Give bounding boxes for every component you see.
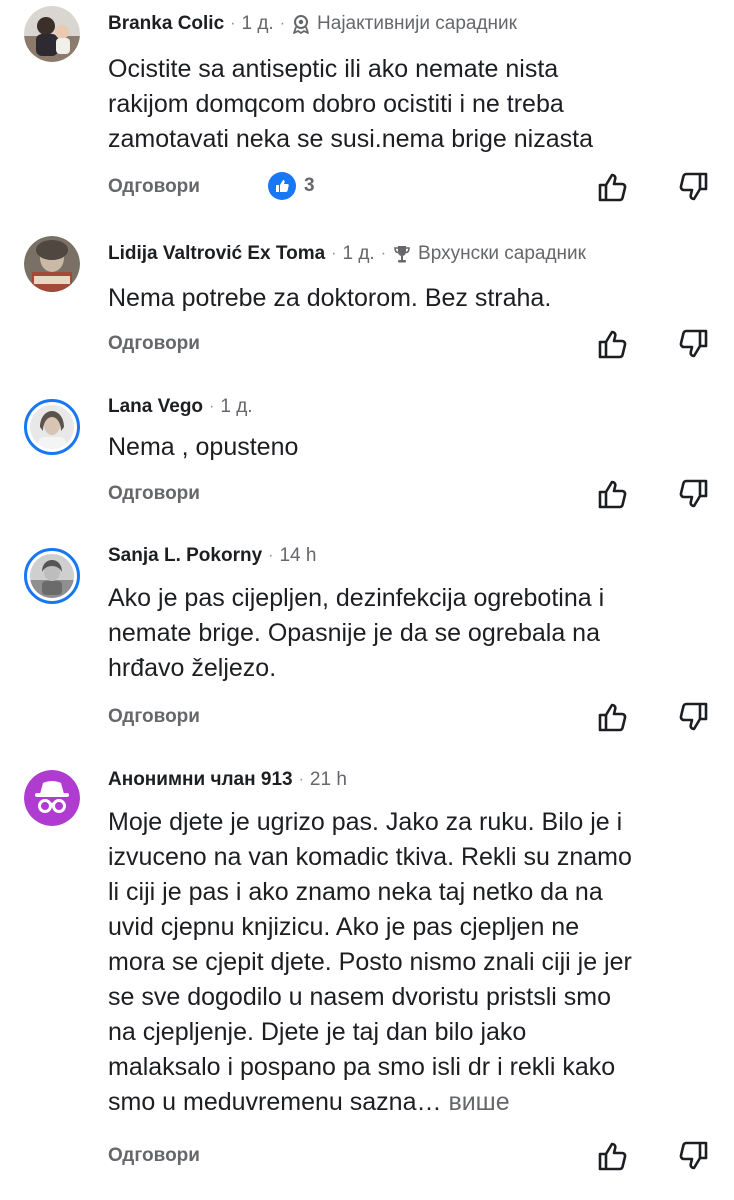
separator-dot: · xyxy=(380,245,387,262)
trophy-icon xyxy=(394,246,410,263)
comment-text: Nema potrebe za doktorom. Bez straha. xyxy=(108,284,552,312)
reply-button[interactable]: Одговори xyxy=(108,706,200,728)
contributor-badge[interactable]: Најактивнији сарадник xyxy=(317,13,517,35)
comment-text: Nema , opusteno xyxy=(108,433,299,461)
reply-button[interactable]: Одговори xyxy=(108,176,200,198)
separator-dot: · xyxy=(331,245,337,262)
comment-text: Moje djete je ugrizo pas. Jako za ruku. … xyxy=(108,805,708,1120)
like-reaction-icon xyxy=(268,172,296,200)
comment-text: Ako je pas cijepljen, dezinfekcija ogreb… xyxy=(108,584,605,682)
author-name[interactable]: Sanja L. Pokorny xyxy=(108,545,262,567)
reply-button[interactable]: Одговори xyxy=(108,483,200,505)
comment-actions: Одговори xyxy=(108,475,708,515)
avatar[interactable] xyxy=(24,236,80,292)
top-contributor-icon xyxy=(293,15,309,34)
comment-actions: Одговори xyxy=(108,325,708,365)
comment-meta: Sanja L. Pokorny · 14 h xyxy=(108,541,316,571)
avatar[interactable] xyxy=(24,399,80,455)
anonymous-member-icon xyxy=(24,770,80,826)
upvote-icon[interactable] xyxy=(596,700,630,734)
avatar[interactable] xyxy=(24,548,80,604)
comment-meta: Branka Colic · 1 д. · Најактивнији сарад… xyxy=(108,9,517,39)
downvote-icon[interactable] xyxy=(676,700,710,734)
separator-dot: · xyxy=(230,15,236,32)
separator-dot: · xyxy=(209,398,215,415)
comment-actions: Одговори xyxy=(108,1137,708,1177)
downvote-icon[interactable] xyxy=(676,1139,710,1173)
comment-meta: Lana Vego · 1 д. xyxy=(108,392,253,422)
upvote-icon[interactable] xyxy=(596,170,630,204)
comment-meta: Анонимни члан 913 · 21 h xyxy=(108,765,347,795)
downvote-icon[interactable] xyxy=(676,170,710,204)
downvote-icon[interactable] xyxy=(676,327,710,361)
comment-meta: Lidija Valtrović Ex Toma · 1 д. · Врхунс… xyxy=(108,239,586,269)
anonymous-avatar[interactable] xyxy=(24,770,80,826)
upvote-icon[interactable] xyxy=(596,477,630,511)
reply-button[interactable]: Одговори xyxy=(108,1145,200,1167)
like-count: 3 xyxy=(304,175,315,196)
downvote-icon[interactable] xyxy=(676,477,710,511)
upvote-icon[interactable] xyxy=(596,327,630,361)
timestamp[interactable]: 1 д. xyxy=(343,243,375,265)
comment-actions: Одговори 3 xyxy=(108,168,708,208)
separator-dot: · xyxy=(298,771,304,788)
timestamp[interactable]: 14 h xyxy=(279,545,316,567)
reaction-count[interactable]: 3 xyxy=(268,172,315,200)
separator-dot: · xyxy=(279,15,286,32)
separator-dot: · xyxy=(268,547,274,564)
reply-button[interactable]: Одговори xyxy=(108,333,200,355)
author-name[interactable]: Анонимни члан 913 xyxy=(108,769,293,791)
author-name[interactable]: Lidija Valtrović Ex Toma xyxy=(108,243,325,265)
contributor-badge[interactable]: Врхунски сарадник xyxy=(418,243,586,265)
avatar[interactable] xyxy=(24,6,80,62)
timestamp[interactable]: 1 д. xyxy=(220,396,252,418)
author-name[interactable]: Branka Colic xyxy=(108,13,224,35)
author-name[interactable]: Lana Vego xyxy=(108,396,203,418)
upvote-icon[interactable] xyxy=(596,1139,630,1173)
comment-text-content: Moje djete je ugrizo pas. Jako za ruku. … xyxy=(108,808,632,1116)
timestamp[interactable]: 1 д. xyxy=(241,13,273,35)
comment-actions: Одговори xyxy=(108,698,708,738)
comment-text: Ocistite sa antiseptic ili ako nemate ni… xyxy=(108,55,593,153)
timestamp[interactable]: 21 h xyxy=(310,769,347,791)
see-more-link[interactable]: више xyxy=(448,1088,509,1116)
